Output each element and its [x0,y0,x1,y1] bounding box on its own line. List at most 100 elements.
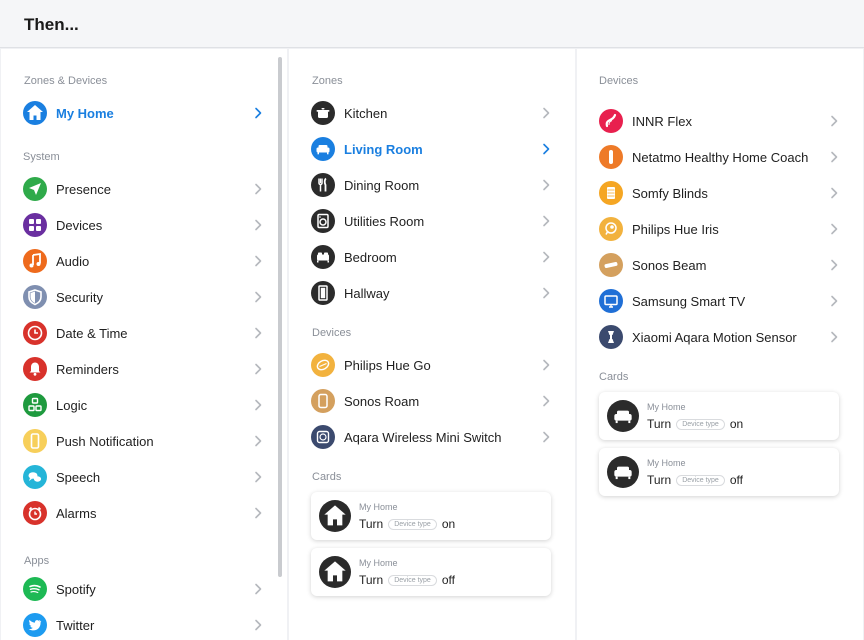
list-item-sonos-roam[interactable]: Sonos Roam [311,383,553,419]
chevron-right-icon [255,291,262,303]
scrollbar[interactable] [278,57,282,577]
list-item-samsung-smart-tv[interactable]: Samsung Smart TV [599,283,841,319]
chevron-right-icon [831,259,838,271]
mini-switch-icon [311,425,335,449]
list-item-living-room[interactable]: Living Room [311,131,553,167]
chevron-right-icon [831,151,838,163]
cooking-pot-icon [311,101,335,125]
shield-icon [23,285,47,309]
home-icon [319,556,351,588]
action-card[interactable]: My Home Turn Device type off [311,548,551,596]
chevron-right-icon [255,363,262,375]
list-item-security[interactable]: Security [23,279,265,315]
alarm-clock-icon [23,501,47,525]
tv-icon [599,289,623,313]
list-item-alarms[interactable]: Alarms [23,495,265,531]
list-item-label: Sonos Beam [632,257,707,273]
device-type-pill[interactable]: Device type [388,518,437,530]
list-item-presence[interactable]: Presence [23,171,265,207]
action-card[interactable]: My Home Turn Device type off [599,448,839,496]
hue-iris-lamp-icon [599,217,623,241]
list-item-kitchen[interactable]: Kitchen [311,95,553,131]
clock-icon [23,321,47,345]
chevron-right-icon [831,331,838,343]
list-item-bedroom[interactable]: Bedroom [311,239,553,275]
chevron-right-icon [255,219,262,231]
card-context: My Home [359,558,398,568]
list-item-philips-hue-iris[interactable]: Philips Hue Iris [599,211,841,247]
list-item-xiaomi-aqara-motion-sensor[interactable]: Xiaomi Aqara Motion Sensor [599,319,841,355]
devices-column[interactable]: Devices INNR Flex Netatmo Healthy Home C… [577,49,863,640]
list-item-hallway[interactable]: Hallway [311,275,553,311]
card-action-row: Turn Device type on [647,417,743,431]
list-item-audio[interactable]: Audio [23,243,265,279]
list-item-aqara-wireless-mini-switch[interactable]: Aqara Wireless Mini Switch [311,419,553,455]
device-type-pill[interactable]: Device type [676,474,725,486]
list-item-label: Date & Time [56,325,128,341]
list-item-label: INNR Flex [632,113,692,129]
music-note-icon [23,249,47,273]
list-item-reminders[interactable]: Reminders [23,351,265,387]
list-item-label: Alarms [56,505,97,521]
list-item-somfy-blinds[interactable]: Somfy Blinds [599,175,841,211]
list-item-date-and-time[interactable]: Date & Time [23,315,265,351]
home-icon [319,500,351,532]
section-title-zones-devices: Zones & Devices [24,75,108,87]
list-item-logic[interactable]: Logic [23,387,265,423]
list-item-label: Living Room [344,141,423,157]
list-item-netatmo-healthy-home-coach[interactable]: Netatmo Healthy Home Coach [599,139,841,175]
list-item-label: Utilities Room [344,213,425,229]
twitter-bird-icon [23,613,47,637]
list-item-my-home[interactable]: My Home [23,95,265,131]
light-strip-icon [599,109,623,133]
spotify-icon [23,577,47,601]
list-item-spotify[interactable]: Spotify [23,571,265,607]
card-state: on [729,417,744,431]
chevron-right-icon [543,251,550,263]
card-state: off [441,573,455,587]
zones-column[interactable]: Zones Kitchen Living Room Dining Room Ut… [289,49,575,640]
chevron-right-icon [831,223,838,235]
list-item-label: Reminders [56,361,119,377]
list-item-speech[interactable]: Speech [23,459,265,495]
action-card[interactable]: My Home Turn Device type on [311,492,551,540]
list-item-label: Bedroom [344,249,397,265]
page-title: Then... [24,15,79,34]
home-icon [23,101,47,125]
door-icon [311,281,335,305]
list-item-utilities-room[interactable]: Utilities Room [311,203,553,239]
chevron-right-icon [255,107,262,119]
motion-sensor-icon [599,325,623,349]
chevron-right-icon [255,471,262,483]
chevron-right-icon [255,507,262,519]
list-item-dining-room[interactable]: Dining Room [311,167,553,203]
soundbar-icon [599,253,623,277]
chevron-right-icon [543,143,550,155]
device-type-pill[interactable]: Device type [388,574,437,586]
card-state: off [729,473,743,487]
speech-bubbles-icon [23,465,47,489]
card-verb: Turn [647,473,672,487]
list-item-devices[interactable]: Devices [23,207,265,243]
list-item-label: Logic [56,397,88,413]
list-item-label: Presence [56,181,111,197]
location-arrow-icon [23,177,47,201]
chevron-right-icon [255,399,262,411]
list-item-label: Xiaomi Aqara Motion Sensor [632,329,797,345]
device-type-pill[interactable]: Device type [676,418,725,430]
section-title-devices: Devices [312,327,352,339]
list-item-philips-hue-go[interactable]: Philips Hue Go [311,347,553,383]
action-card[interactable]: My Home Turn Device type on [599,392,839,440]
zones-devices-column[interactable]: Zones & Devices My Home System Presence … [1,49,287,640]
list-item-sonos-beam[interactable]: Sonos Beam [599,247,841,283]
list-item-label: Twitter [56,617,95,633]
card-context: My Home [359,502,398,512]
sofa-icon [607,400,639,432]
list-item-innr-flex[interactable]: INNR Flex [599,103,841,139]
list-item-label: Security [56,289,103,305]
list-item-twitter[interactable]: Twitter [23,607,265,640]
list-item-push-notification[interactable]: Push Notification [23,423,265,459]
header-bar: Then... [0,0,864,48]
list-item-label: Aqara Wireless Mini Switch [344,429,502,445]
list-item-label: Sonos Roam [344,393,420,409]
